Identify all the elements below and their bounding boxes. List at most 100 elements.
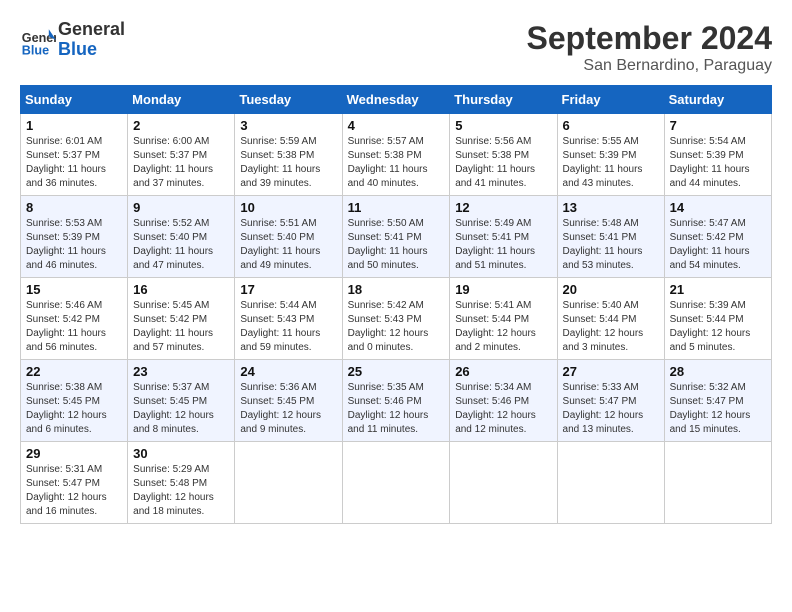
day-info: Sunrise: 5:36 AM Sunset: 5:45 PM Dayligh… bbox=[240, 381, 336, 437]
day-number: 12 bbox=[455, 200, 551, 215]
calendar-cell bbox=[557, 442, 664, 524]
calendar-cell: 21 Sunrise: 5:39 AM Sunset: 5:44 PM Dayli… bbox=[664, 278, 771, 360]
calendar-cell: 1Sunrise: 6:01 AM Sunset: 5:37 PM Daylig… bbox=[21, 114, 128, 196]
calendar-cell: 17 Sunrise: 5:44 AM Sunset: 5:43 PM Dayli… bbox=[235, 278, 342, 360]
day-number: 6 bbox=[563, 118, 659, 133]
day-number: 17 bbox=[240, 282, 336, 297]
day-info: Sunrise: 5:51 AM Sunset: 5:40 PM Dayligh… bbox=[240, 217, 336, 273]
day-info: Sunrise: 5:52 AM Sunset: 5:40 PM Dayligh… bbox=[133, 217, 229, 273]
calendar-cell: 30 Sunrise: 5:29 AM Sunset: 5:48 PM Dayli… bbox=[128, 442, 235, 524]
day-number: 9 bbox=[133, 200, 229, 215]
calendar-cell: 3 Sunrise: 5:59 AM Sunset: 5:38 PM Daylig… bbox=[235, 114, 342, 196]
day-number: 14 bbox=[670, 200, 766, 215]
calendar-cell: 26 Sunrise: 5:34 AM Sunset: 5:46 PM Dayli… bbox=[450, 360, 557, 442]
calendar-cell: 2 Sunrise: 6:00 AM Sunset: 5:37 PM Daylig… bbox=[128, 114, 235, 196]
month-title: September 2024 bbox=[527, 20, 772, 57]
day-info: Sunrise: 5:56 AM Sunset: 5:38 PM Dayligh… bbox=[455, 135, 551, 191]
day-number: 3 bbox=[240, 118, 336, 133]
title-block: September 2024 San Bernardino, Paraguay bbox=[527, 20, 772, 75]
day-number: 20 bbox=[563, 282, 659, 297]
day-of-week-wednesday: Wednesday bbox=[342, 86, 450, 114]
calendar-week-row: 29 Sunrise: 5:31 AM Sunset: 5:47 PM Dayli… bbox=[21, 442, 772, 524]
day-info: Sunrise: 5:54 AM Sunset: 5:39 PM Dayligh… bbox=[670, 135, 766, 191]
day-info: Sunrise: 5:31 AM Sunset: 5:47 PM Dayligh… bbox=[26, 463, 122, 519]
day-info: Sunrise: 5:48 AM Sunset: 5:41 PM Dayligh… bbox=[563, 217, 659, 273]
day-info: Sunrise: 5:50 AM Sunset: 5:41 PM Dayligh… bbox=[348, 217, 445, 273]
day-info: Sunrise: 5:42 AM Sunset: 5:43 PM Dayligh… bbox=[348, 299, 445, 355]
logo-general: General bbox=[58, 20, 125, 40]
calendar-cell: 4 Sunrise: 5:57 AM Sunset: 5:38 PM Daylig… bbox=[342, 114, 450, 196]
day-of-week-thursday: Thursday bbox=[450, 86, 557, 114]
day-number: 27 bbox=[563, 364, 659, 379]
day-number: 19 bbox=[455, 282, 551, 297]
day-number: 11 bbox=[348, 200, 445, 215]
day-info: Sunrise: 5:59 AM Sunset: 5:38 PM Dayligh… bbox=[240, 135, 336, 191]
day-info: Sunrise: 5:55 AM Sunset: 5:39 PM Dayligh… bbox=[563, 135, 659, 191]
calendar-week-row: 22 Sunrise: 5:38 AM Sunset: 5:45 PM Dayli… bbox=[21, 360, 772, 442]
calendar-cell: 11 Sunrise: 5:50 AM Sunset: 5:41 PM Dayli… bbox=[342, 196, 450, 278]
day-of-week-monday: Monday bbox=[128, 86, 235, 114]
calendar-cell: 23 Sunrise: 5:37 AM Sunset: 5:45 PM Dayli… bbox=[128, 360, 235, 442]
day-info: Sunrise: 5:39 AM Sunset: 5:44 PM Dayligh… bbox=[670, 299, 766, 355]
day-info: Sunrise: 5:38 AM Sunset: 5:45 PM Dayligh… bbox=[26, 381, 122, 437]
day-number: 22 bbox=[26, 364, 122, 379]
day-info: Sunrise: 5:53 AM Sunset: 5:39 PM Dayligh… bbox=[26, 217, 122, 273]
calendar-cell: 14 Sunrise: 5:47 AM Sunset: 5:42 PM Dayli… bbox=[664, 196, 771, 278]
day-number: 15 bbox=[26, 282, 122, 297]
calendar-cell: 25Sunrise: 5:35 AM Sunset: 5:46 PM Dayli… bbox=[342, 360, 450, 442]
svg-text:Blue: Blue bbox=[22, 43, 49, 57]
day-info: Sunrise: 5:57 AM Sunset: 5:38 PM Dayligh… bbox=[348, 135, 445, 191]
day-number: 29 bbox=[26, 446, 122, 461]
day-number: 28 bbox=[670, 364, 766, 379]
page-header: General Blue General Blue September 2024… bbox=[20, 20, 772, 75]
calendar-cell: 5 Sunrise: 5:56 AM Sunset: 5:38 PM Daylig… bbox=[450, 114, 557, 196]
calendar-cell: 27 Sunrise: 5:33 AM Sunset: 5:47 PM Dayli… bbox=[557, 360, 664, 442]
calendar-cell bbox=[342, 442, 450, 524]
day-info: Sunrise: 5:33 AM Sunset: 5:47 PM Dayligh… bbox=[563, 381, 659, 437]
calendar-cell: 28Sunrise: 5:32 AM Sunset: 5:47 PM Dayli… bbox=[664, 360, 771, 442]
calendar-week-row: 1Sunrise: 6:01 AM Sunset: 5:37 PM Daylig… bbox=[21, 114, 772, 196]
calendar-cell: 8 Sunrise: 5:53 AM Sunset: 5:39 PM Daylig… bbox=[21, 196, 128, 278]
calendar-cell: 18 Sunrise: 5:42 AM Sunset: 5:43 PM Dayli… bbox=[342, 278, 450, 360]
day-number: 4 bbox=[348, 118, 445, 133]
logo-blue: Blue bbox=[58, 40, 125, 60]
calendar-cell bbox=[450, 442, 557, 524]
day-number: 21 bbox=[670, 282, 766, 297]
calendar-cell: 7Sunrise: 5:54 AM Sunset: 5:39 PM Daylig… bbox=[664, 114, 771, 196]
calendar-header-row: SundayMondayTuesdayWednesdayThursdayFrid… bbox=[21, 86, 772, 114]
calendar-cell: 6 Sunrise: 5:55 AM Sunset: 5:39 PM Daylig… bbox=[557, 114, 664, 196]
calendar-cell: 9 Sunrise: 5:52 AM Sunset: 5:40 PM Daylig… bbox=[128, 196, 235, 278]
day-number: 24 bbox=[240, 364, 336, 379]
day-of-week-friday: Friday bbox=[557, 86, 664, 114]
day-info: Sunrise: 5:37 AM Sunset: 5:45 PM Dayligh… bbox=[133, 381, 229, 437]
day-number: 5 bbox=[455, 118, 551, 133]
day-info: Sunrise: 5:34 AM Sunset: 5:46 PM Dayligh… bbox=[455, 381, 551, 437]
day-number: 25 bbox=[348, 364, 445, 379]
day-info: Sunrise: 5:46 AM Sunset: 5:42 PM Dayligh… bbox=[26, 299, 122, 355]
calendar-cell: 13Sunrise: 5:48 AM Sunset: 5:41 PM Dayli… bbox=[557, 196, 664, 278]
calendar-cell: 22 Sunrise: 5:38 AM Sunset: 5:45 PM Dayli… bbox=[21, 360, 128, 442]
day-number: 18 bbox=[348, 282, 445, 297]
calendar-cell: 24 Sunrise: 5:36 AM Sunset: 5:45 PM Dayli… bbox=[235, 360, 342, 442]
day-number: 26 bbox=[455, 364, 551, 379]
day-number: 8 bbox=[26, 200, 122, 215]
day-info: Sunrise: 5:40 AM Sunset: 5:44 PM Dayligh… bbox=[563, 299, 659, 355]
calendar-cell: 15 Sunrise: 5:46 AM Sunset: 5:42 PM Dayli… bbox=[21, 278, 128, 360]
day-info: Sunrise: 5:29 AM Sunset: 5:48 PM Dayligh… bbox=[133, 463, 229, 519]
day-number: 1 bbox=[26, 118, 122, 133]
calendar-cell: 10Sunrise: 5:51 AM Sunset: 5:40 PM Dayli… bbox=[235, 196, 342, 278]
day-info: Sunrise: 6:00 AM Sunset: 5:37 PM Dayligh… bbox=[133, 135, 229, 191]
day-of-week-sunday: Sunday bbox=[21, 86, 128, 114]
day-info: Sunrise: 5:47 AM Sunset: 5:42 PM Dayligh… bbox=[670, 217, 766, 273]
logo-icon: General Blue bbox=[20, 22, 56, 58]
day-number: 16 bbox=[133, 282, 229, 297]
calendar-week-row: 15 Sunrise: 5:46 AM Sunset: 5:42 PM Dayli… bbox=[21, 278, 772, 360]
day-number: 23 bbox=[133, 364, 229, 379]
day-info: Sunrise: 5:44 AM Sunset: 5:43 PM Dayligh… bbox=[240, 299, 336, 355]
calendar-cell: 29 Sunrise: 5:31 AM Sunset: 5:47 PM Dayli… bbox=[21, 442, 128, 524]
calendar-cell bbox=[664, 442, 771, 524]
day-number: 30 bbox=[133, 446, 229, 461]
calendar-cell bbox=[235, 442, 342, 524]
day-info: Sunrise: 5:41 AM Sunset: 5:44 PM Dayligh… bbox=[455, 299, 551, 355]
day-number: 2 bbox=[133, 118, 229, 133]
